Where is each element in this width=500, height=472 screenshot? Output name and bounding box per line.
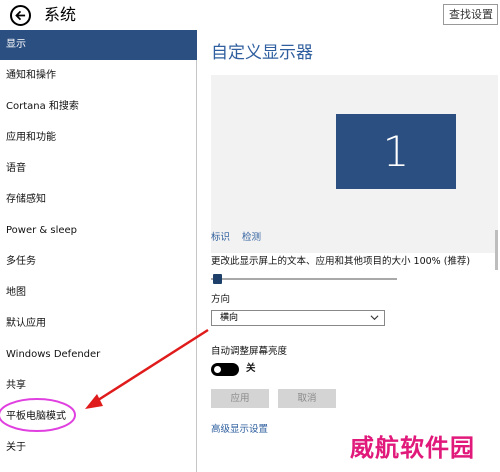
sidebar-item-windows-defender[interactable]: Windows Defender <box>0 340 197 370</box>
auto-brightness-state: 关 <box>246 363 256 374</box>
auto-brightness-label: 自动调整屏幕亮度 <box>211 346 288 357</box>
orientation-label: 方向 <box>211 294 231 305</box>
display-arrangement-area: 1 <box>211 75 498 253</box>
chevron-down-icon <box>370 315 379 321</box>
identify-link[interactable]: 标识 <box>211 231 230 245</box>
cancel-button[interactable]: 取消 <box>278 389 336 408</box>
orientation-dropdown[interactable]: 横向 <box>211 310 385 326</box>
scale-label: 更改此显示屏上的文本、应用和其他项目的大小 100% (推荐) <box>211 256 471 267</box>
orientation-value: 横向 <box>220 313 239 323</box>
sidebar-item-power-sleep[interactable]: Power & sleep <box>0 216 197 246</box>
auto-brightness-toggle[interactable] <box>211 363 239 376</box>
scrollbar-thumb[interactable] <box>495 230 498 270</box>
window-title: 系统 <box>44 5 77 24</box>
sidebar-item-maps[interactable]: 地图 <box>0 278 197 308</box>
sidebar-item-tablet-mode[interactable]: 平板电脑模式 <box>0 402 197 432</box>
title-bar: 系统 查找设置 <box>0 0 500 30</box>
sidebar-item-multitasking[interactable]: 多任务 <box>0 247 197 277</box>
back-button[interactable] <box>10 5 31 26</box>
advanced-display-settings-link[interactable]: 高级显示设置 <box>211 423 268 437</box>
scale-slider-thumb[interactable] <box>213 274 222 284</box>
watermark: 威航软件园 <box>350 434 475 462</box>
back-arrow-icon <box>15 10 26 21</box>
sidebar-item-sharing[interactable]: 共享 <box>0 371 197 401</box>
page-title: 自定义显示器 <box>211 43 313 63</box>
sidebar-item-notifications[interactable]: 通知和操作 <box>0 61 197 91</box>
toggle-knob <box>214 366 221 373</box>
sidebar-item-speech[interactable]: 语音 <box>0 154 197 184</box>
sidebar-item-apps[interactable]: 应用和功能 <box>0 123 197 153</box>
sidebar-item-about[interactable]: 关于 <box>0 433 197 463</box>
detect-link[interactable]: 检测 <box>242 231 261 245</box>
sidebar-item-display[interactable]: 显示 <box>0 30 197 60</box>
apply-button[interactable]: 应用 <box>211 389 269 408</box>
search-input[interactable]: 查找设置 <box>443 4 498 25</box>
sidebar: 显示 通知和操作 Cortana 和搜索 应用和功能 语音 存储感知 Power… <box>0 30 197 472</box>
monitor-tile[interactable]: 1 <box>336 114 456 189</box>
sidebar-item-storage[interactable]: 存储感知 <box>0 185 197 215</box>
scale-slider-track[interactable] <box>211 278 397 280</box>
sidebar-item-default-apps[interactable]: 默认应用 <box>0 309 197 339</box>
sidebar-item-cortana[interactable]: Cortana 和搜索 <box>0 92 197 122</box>
